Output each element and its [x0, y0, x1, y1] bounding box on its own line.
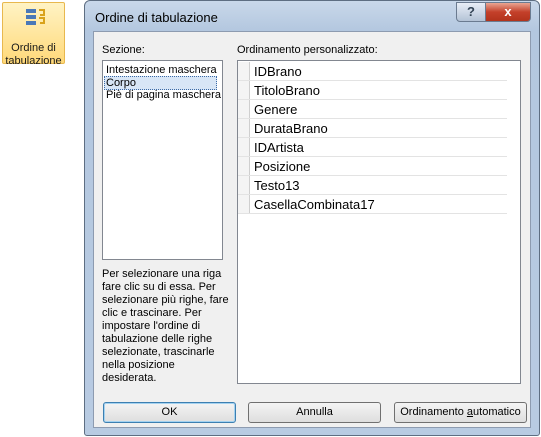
field-row[interactable]: IDBrano — [238, 62, 507, 81]
field-name: Posizione — [254, 159, 311, 174]
field-name: CasellaCombinata17 — [254, 197, 375, 212]
tab-order-icon — [26, 9, 45, 25]
help-icon: ? — [467, 4, 475, 19]
ribbon-label-line2: tabulazione — [5, 55, 62, 67]
instructions-text: Per selezionare una riga fare clic su di… — [102, 268, 229, 384]
field-row[interactable]: Testo13 — [238, 176, 507, 195]
dialog-body: Sezione: Ordinamento personalizzato: Int… — [93, 31, 531, 428]
row-selector[interactable] — [238, 138, 250, 156]
field-name: Genere — [254, 102, 298, 117]
ok-button[interactable]: OK — [103, 402, 236, 423]
help-button[interactable]: ? — [456, 2, 486, 22]
row-selector[interactable] — [238, 119, 250, 137]
custom-order-label: Ordinamento personalizzato: — [237, 44, 378, 56]
field-name: TitoloBrano — [254, 83, 320, 98]
sections-list[interactable]: Intestazione maschera Corpo Piè di pagin… — [102, 60, 223, 260]
field-row[interactable]: DurataBrano — [238, 119, 507, 138]
field-row[interactable]: Genere — [238, 100, 507, 119]
field-row[interactable]: TitoloBrano — [238, 81, 507, 100]
section-item-body[interactable]: Corpo — [104, 76, 217, 90]
field-name: IDBrano — [254, 64, 302, 79]
row-selector[interactable] — [238, 176, 250, 194]
auto-order-suffix: utomatico — [473, 406, 521, 418]
ribbon-label-line1: Ordine di — [11, 42, 56, 54]
section-item-footer[interactable]: Piè di pagina maschera — [105, 89, 222, 101]
dialog-title: Ordine di tabulazione — [95, 10, 218, 25]
tab-order-dialog: Ordine di tabulazione ? x Sezione: Ordin… — [84, 0, 540, 436]
row-selector[interactable] — [238, 195, 250, 213]
close-icon: x — [504, 4, 512, 19]
cancel-button[interactable]: Annulla — [248, 402, 381, 423]
row-selector[interactable] — [238, 62, 250, 80]
auto-order-button[interactable]: Ordinamento automatico — [394, 402, 527, 423]
tab-order-ribbon-button[interactable]: Ordine di tabulazione — [2, 2, 65, 67]
row-selector[interactable] — [238, 157, 250, 175]
row-selector[interactable] — [238, 81, 250, 99]
section-item-header[interactable]: Intestazione maschera — [105, 64, 218, 76]
field-row[interactable]: Posizione — [238, 157, 507, 176]
field-row[interactable]: CasellaCombinata17 — [238, 195, 507, 214]
sections-label: Sezione: — [102, 44, 145, 56]
row-selector[interactable] — [238, 100, 250, 118]
field-order-list[interactable]: IDBrano TitoloBrano Genere DurataBrano I… — [237, 60, 521, 384]
field-name: Testo13 — [254, 178, 300, 193]
field-name: DurataBrano — [254, 121, 328, 136]
auto-order-prefix: Ordinamento — [400, 406, 467, 418]
field-name: IDArtista — [254, 140, 304, 155]
tab-order-ribbon-label: Ordine di tabulazione — [3, 42, 64, 68]
close-button[interactable]: x — [485, 2, 531, 22]
field-row[interactable]: IDArtista — [238, 138, 507, 157]
